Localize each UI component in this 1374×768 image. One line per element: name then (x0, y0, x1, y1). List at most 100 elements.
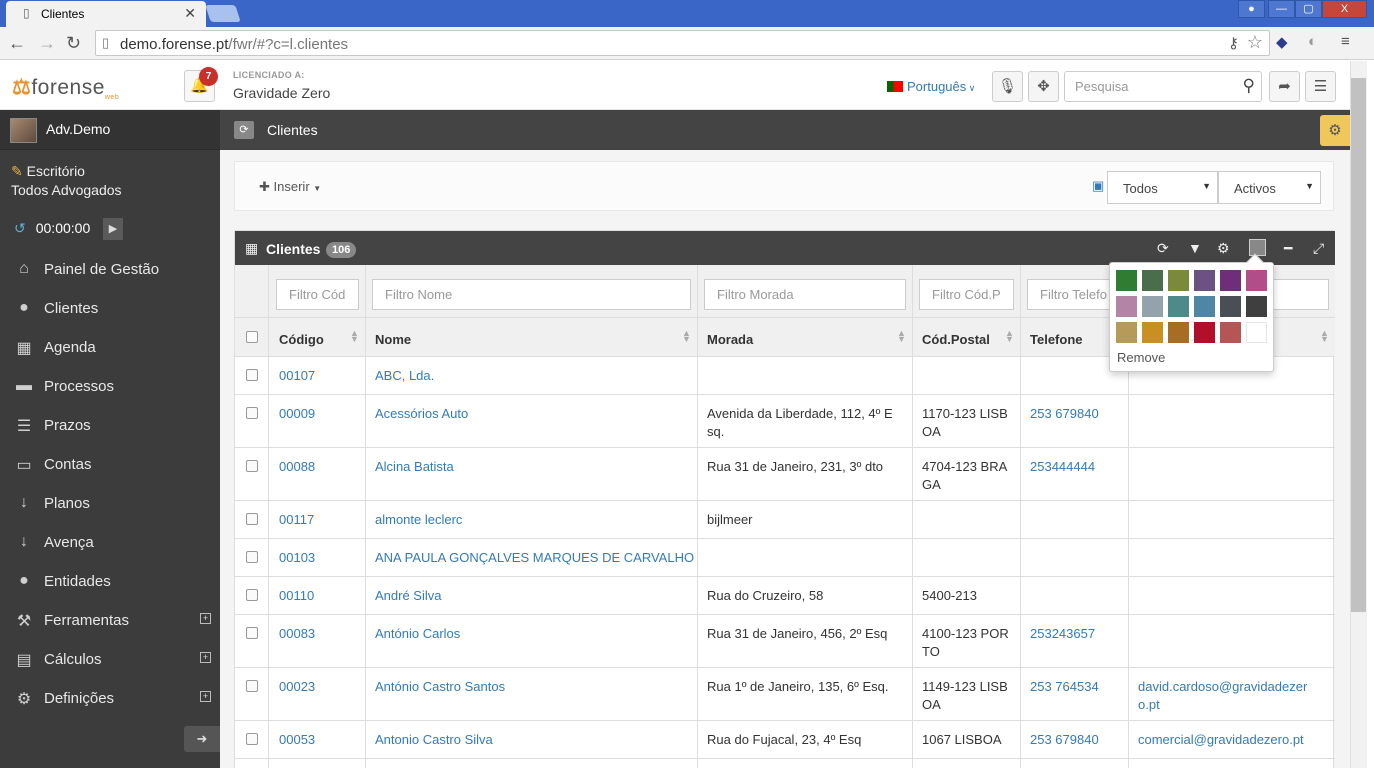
color-swatch[interactable] (1220, 322, 1241, 343)
client-name-link[interactable]: Alcina Batista (375, 458, 695, 476)
history-icon[interactable]: ↺ (14, 220, 26, 236)
client-code-link[interactable]: 00103 (279, 549, 364, 567)
extension-icon[interactable]: ◐ (1308, 33, 1317, 50)
table-row[interactable]: 00009 Acessórios Auto Avenida da Liberdade… (235, 395, 1335, 448)
sidebar-item-11[interactable]: ⚙ Definições + (0, 680, 220, 719)
postal-filter-input[interactable]: Filtro Cód.P (919, 279, 1014, 310)
column-header-address[interactable]: Morada (707, 332, 753, 347)
sidebar-item-1[interactable]: ● Clientes (0, 290, 220, 329)
client-code-link[interactable]: 00083 (279, 625, 364, 643)
client-name-link[interactable]: Antonio Castro Silva (375, 731, 695, 749)
extension-icon[interactable]: ◆ (1276, 33, 1288, 51)
client-phone-link[interactable]: 253 679840 (1030, 405, 1125, 423)
color-swatch[interactable] (1116, 296, 1137, 317)
color-picker-button[interactable] (1249, 239, 1266, 256)
logout-button[interactable]: ➦ (1269, 71, 1300, 102)
client-code-link[interactable]: 00023 (279, 678, 364, 696)
select-all-checkbox[interactable] (246, 331, 258, 343)
row-checkbox[interactable] (246, 680, 258, 692)
minimize-icon[interactable]: ━ (1284, 240, 1292, 257)
logo[interactable]: ⚖forenseweb (12, 75, 119, 101)
sort-icon[interactable]: ▲ ▼ (897, 329, 906, 344)
table-row[interactable]: 00110 André Silva Rua do Cruzeiro, 58 5400-… (235, 577, 1335, 615)
color-swatch[interactable] (1168, 296, 1189, 317)
client-name-link[interactable]: Acessórios Auto (375, 405, 695, 423)
table-row[interactable]: 00103 ANA PAULA GONÇALVES MARQUES DE CARV… (235, 539, 1335, 577)
color-swatch[interactable] (1194, 296, 1215, 317)
filter-icon[interactable]: ▼ (1188, 240, 1202, 256)
client-code-link[interactable]: 00110 (279, 587, 364, 605)
timer-play-button[interactable]: ▶ (103, 218, 123, 240)
color-swatch[interactable] (1220, 296, 1241, 317)
row-checkbox[interactable] (246, 551, 258, 563)
sidebar-item-4[interactable]: ☰ Prazos (0, 407, 220, 446)
sidebar-item-2[interactable]: ▦ Agenda (0, 329, 220, 368)
table-row[interactable]: 00053 Antonio Castro Silva Rua do Fujacal,… (235, 721, 1335, 759)
client-code-link[interactable]: 00117 (279, 511, 364, 529)
scrollbar-thumb[interactable] (1351, 78, 1366, 612)
sidebar-item-5[interactable]: ▭ Contas (0, 446, 220, 485)
client-code-link[interactable]: 00009 (279, 405, 364, 423)
code-filter-input[interactable]: Filtro Cód (276, 279, 359, 310)
sidebar-item-10[interactable]: ▤ Cálculos + (0, 641, 220, 680)
refresh-icon[interactable]: ⟳ (234, 121, 254, 139)
key-icon[interactable]: ⚷ (1228, 34, 1239, 52)
language-selector[interactable]: Português ∨ (887, 79, 975, 94)
client-phone-link[interactable]: 253 679840 (1030, 731, 1125, 749)
color-swatch[interactable] (1194, 322, 1215, 343)
profile-icon[interactable]: ● (1238, 0, 1265, 18)
client-phone-link[interactable]: 253243657 (1030, 625, 1125, 643)
window-close-button[interactable]: X (1322, 0, 1367, 18)
column-header-postal[interactable]: Cód.Postal (922, 332, 990, 347)
client-name-link[interactable]: ANA PAULA GONÇALVES MARQUES DE CARVALHO (375, 549, 695, 567)
color-swatch[interactable] (1142, 322, 1163, 343)
row-checkbox[interactable] (246, 627, 258, 639)
table-row[interactable]: 00117 almonte leclerc bijlmeer (235, 501, 1335, 539)
sidebar-item-3[interactable]: ▬ Processos (0, 368, 220, 407)
refresh-icon[interactable]: ⟳ (1157, 240, 1169, 257)
client-email-link[interactable]: comercial@gravidadezero.pt (1138, 731, 1323, 749)
client-email-link[interactable]: david.cardoso@gravidadezer o.pt (1138, 678, 1323, 714)
client-code-link[interactable]: 00053 (279, 731, 364, 749)
client-name-link[interactable]: André Silva (375, 587, 695, 605)
status-select[interactable]: Activos ▼ (1218, 171, 1321, 204)
user-bar[interactable]: Adv.Demo (0, 110, 220, 150)
column-header-name[interactable]: Nome (375, 332, 411, 347)
color-swatch[interactable] (1246, 270, 1267, 291)
row-checkbox[interactable] (246, 460, 258, 472)
client-phone-link[interactable]: 253444444 (1030, 458, 1125, 476)
client-phone-link[interactable]: 253 764534 (1030, 678, 1125, 696)
client-name-link[interactable]: almonte leclerc (375, 511, 695, 529)
back-icon[interactable]: ← (8, 33, 26, 54)
client-name-link[interactable]: ABC, Lda. (375, 367, 695, 385)
client-code-link[interactable]: 00088 (279, 458, 364, 476)
browser-tab[interactable]: ▯ Clientes ✕ (6, 1, 206, 27)
column-header-phone[interactable]: Telefone (1030, 332, 1083, 347)
expand-icon[interactable]: ⤢ (1313, 240, 1324, 257)
color-swatch[interactable] (1142, 296, 1163, 317)
color-swatch[interactable] (1194, 270, 1215, 291)
plus-square-icon[interactable]: + (200, 613, 211, 624)
remove-color-button[interactable]: Remove (1117, 350, 1165, 365)
gear-icon[interactable]: ⚙ (1217, 240, 1230, 257)
color-swatch[interactable] (1116, 270, 1137, 291)
microphone-button[interactable]: 🎙 (992, 71, 1023, 102)
sort-icon[interactable]: ▲ ▼ (1320, 329, 1329, 344)
fullscreen-button[interactable]: ✥ (1028, 71, 1059, 102)
row-checkbox[interactable] (246, 369, 258, 381)
hamburger-menu-button[interactable]: ☰ (1305, 71, 1336, 102)
color-swatch[interactable] (1168, 322, 1189, 343)
color-swatch[interactable] (1246, 296, 1267, 317)
maximize-button[interactable]: ▢ (1295, 0, 1322, 18)
color-swatch[interactable] (1142, 270, 1163, 291)
column-header-code[interactable]: Código (279, 332, 324, 347)
menu-icon[interactable]: ≡ (1341, 33, 1350, 50)
page-settings-button[interactable]: ⚙ (1320, 115, 1350, 146)
sidebar-item-8[interactable]: ● Entidades (0, 563, 220, 602)
plus-square-icon[interactable]: + (200, 691, 211, 702)
address-bar[interactable]: ▯ demo.forense.pt/fwr/#?c=l.clientes ⚷ ☆ (95, 30, 1270, 56)
sort-icon[interactable]: ▲ ▼ (1005, 329, 1014, 344)
color-swatch[interactable] (1168, 270, 1189, 291)
row-checkbox[interactable] (246, 589, 258, 601)
sidebar-item-9[interactable]: ⚒ Ferramentas + (0, 602, 220, 641)
